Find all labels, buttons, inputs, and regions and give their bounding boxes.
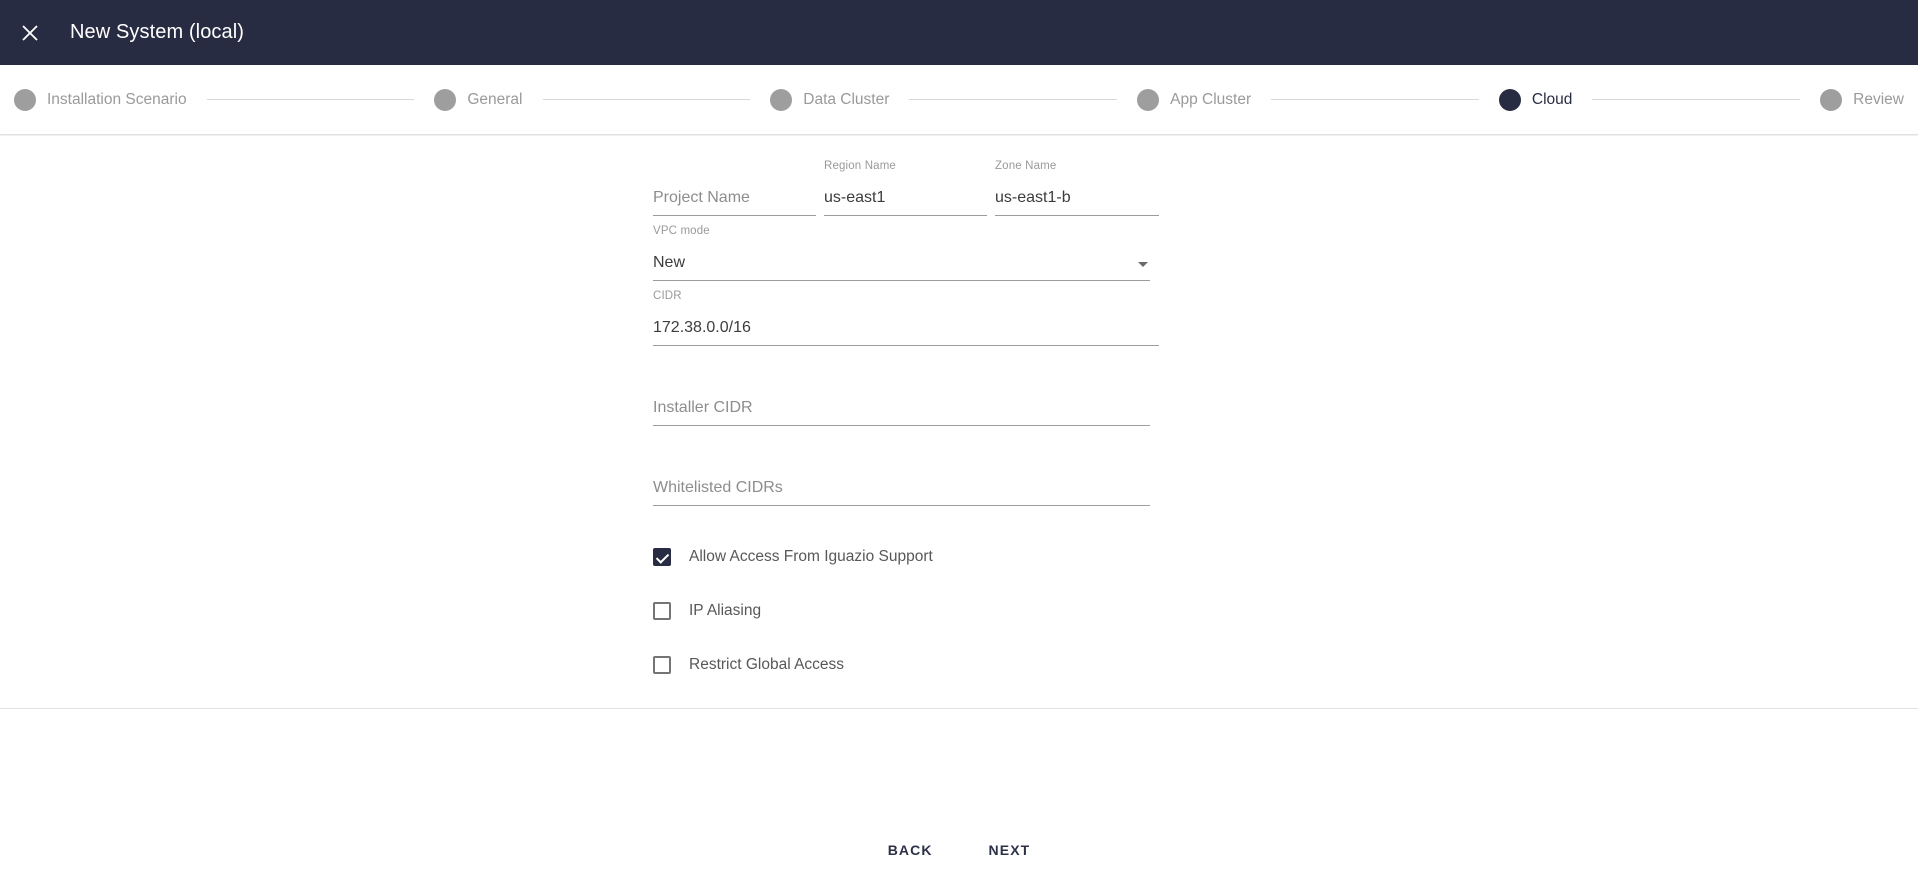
cloud-settings-panel: Project Name Region Name us-east1 Zone N…: [0, 136, 1918, 708]
whitelisted-cidrs-placeholder: Whitelisted CIDRs: [653, 479, 783, 496]
cidr-label: CIDR: [653, 290, 682, 302]
close-button[interactable]: [6, 9, 54, 57]
step-review[interactable]: Review: [1820, 88, 1904, 111]
step-cloud[interactable]: Cloud: [1498, 88, 1573, 111]
checkbox-label: IP Aliasing: [689, 602, 762, 619]
field-underline: [653, 505, 1150, 506]
checkbox-icon[interactable]: [653, 548, 671, 566]
window-header: New System (local): [0, 0, 1918, 65]
checkbox-icon[interactable]: [653, 656, 671, 674]
installer-cidr-placeholder: Installer CIDR: [653, 399, 753, 416]
field-underline: [653, 215, 816, 216]
checkbox-icon[interactable]: [653, 602, 671, 620]
step-label: Installation Scenario: [47, 90, 187, 108]
step-dot-icon: [434, 88, 457, 111]
zone-name-field[interactable]: Zone Name us-east1-b: [995, 160, 1159, 216]
step-dot-icon: [1498, 88, 1521, 111]
field-underline: [824, 215, 987, 216]
project-name-field[interactable]: Project Name: [653, 160, 816, 216]
installer-wizard: New System (local) Installation Scenario…: [0, 0, 1918, 875]
wizard-footer: BACK NEXT: [0, 708, 1918, 875]
step-connector: [909, 99, 1118, 100]
step-label: Review: [1853, 90, 1904, 108]
region-name-label: Region Name: [824, 160, 896, 172]
back-button[interactable]: BACK: [872, 834, 949, 866]
options-group: Allow Access From Iguazio Support IP Ali…: [653, 545, 1268, 677]
field-underline: [653, 425, 1150, 426]
step-installation-scenario[interactable]: Installation Scenario: [14, 88, 187, 111]
chevron-down-icon[interactable]: [1138, 262, 1148, 267]
checkbox-label: Restrict Global Access: [689, 656, 845, 673]
step-connector: [1592, 99, 1801, 100]
cloud-settings-form: Project Name Region Name us-east1 Zone N…: [653, 160, 1268, 707]
step-connector: [542, 99, 751, 100]
step-app-cluster[interactable]: App Cluster: [1137, 88, 1252, 111]
region-name-value: us-east1: [824, 189, 886, 206]
step-label: General: [467, 90, 523, 108]
zone-name-value: us-east1-b: [995, 189, 1071, 206]
step-label: Data Cluster: [803, 90, 890, 108]
step-dot-icon: [14, 88, 36, 111]
next-button[interactable]: NEXT: [973, 834, 1047, 866]
step-dot-icon: [770, 88, 793, 111]
whitelisted-cidrs-field[interactable]: Whitelisted CIDRs: [653, 450, 1150, 506]
project-name-placeholder: Project Name: [653, 189, 750, 206]
step-dot-icon: [1137, 88, 1160, 111]
field-underline: [995, 215, 1159, 216]
restrict-global-access-checkbox-row[interactable]: Restrict Global Access: [653, 653, 1053, 677]
step-label: App Cluster: [1170, 90, 1252, 108]
footer-actions: BACK NEXT: [0, 834, 1918, 866]
step-connector: [206, 99, 415, 100]
cidr-value: 172.38.0.0/16: [653, 319, 751, 336]
installer-cidr-field[interactable]: Installer CIDR: [653, 370, 1150, 426]
wizard-stepper: Installation Scenario General Data Clust…: [0, 65, 1918, 135]
step-general[interactable]: General: [434, 88, 523, 111]
field-underline: [653, 280, 1150, 281]
zone-name-label: Zone Name: [995, 160, 1057, 172]
location-row: Project Name Region Name us-east1 Zone N…: [653, 160, 1268, 216]
step-dot-icon: [1820, 88, 1843, 111]
vpc-mode-select[interactable]: VPC mode New: [653, 225, 1150, 281]
vpc-mode-label: VPC mode: [653, 225, 710, 237]
checkbox-label: Allow Access From Iguazio Support: [689, 548, 933, 565]
step-label: Cloud: [1531, 90, 1573, 108]
page-title: New System (local): [70, 21, 245, 43]
allow-access-from-iguazio-support-checkbox-row[interactable]: Allow Access From Iguazio Support: [653, 545, 1053, 569]
step-data-cluster[interactable]: Data Cluster: [770, 88, 890, 111]
region-name-field[interactable]: Region Name us-east1: [824, 160, 987, 216]
ip-aliasing-checkbox-row[interactable]: IP Aliasing: [653, 599, 1053, 623]
field-underline: [653, 345, 1159, 346]
cidr-field[interactable]: CIDR 172.38.0.0/16: [653, 290, 1159, 346]
vpc-mode-value: New: [653, 254, 686, 271]
step-connector: [1271, 99, 1479, 100]
close-icon: [21, 24, 39, 42]
